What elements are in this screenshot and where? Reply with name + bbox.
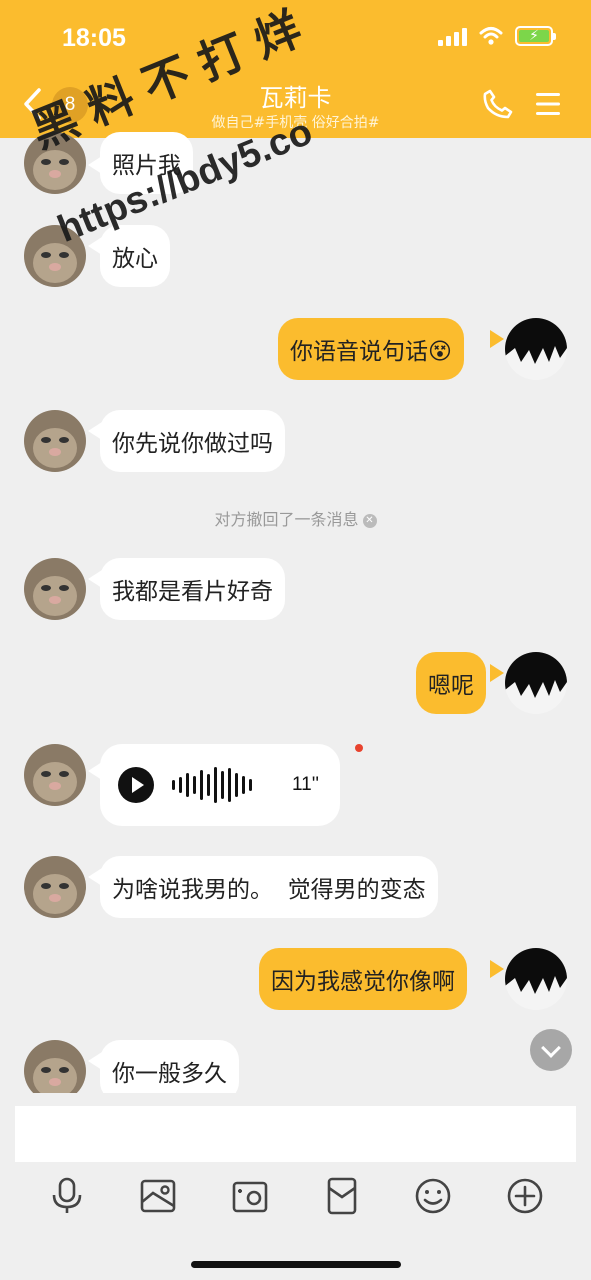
scroll-to-bottom-button[interactable]: [530, 1029, 572, 1071]
voice-duration: 11'': [292, 774, 319, 795]
contact-avatar[interactable]: [24, 856, 86, 918]
message-bubble-incoming[interactable]: 你先说你做过吗: [100, 410, 285, 472]
input-bar: [0, 1093, 591, 1280]
signal-icon: [438, 26, 467, 46]
phone-call-icon[interactable]: [482, 88, 514, 120]
unread-dot: [355, 744, 363, 752]
status-time: 18:05: [62, 24, 126, 52]
wifi-icon: [479, 27, 503, 45]
microphone-icon[interactable]: [47, 1176, 87, 1216]
message-bubble-outgoing[interactable]: 因为我感觉你像啊: [259, 948, 467, 1010]
red-packet-icon[interactable]: [322, 1176, 362, 1216]
voice-message-bubble[interactable]: 11'': [100, 744, 340, 826]
contact-avatar[interactable]: [24, 558, 86, 620]
recall-notice-text: 对方撤回了一条消息: [214, 510, 359, 529]
home-indicator: [191, 1261, 401, 1268]
my-avatar[interactable]: [505, 318, 567, 380]
camera-icon[interactable]: [230, 1176, 270, 1216]
waveform-icon: [172, 766, 252, 804]
my-avatar[interactable]: [505, 652, 567, 714]
close-icon[interactable]: ✕: [362, 513, 377, 528]
battery-icon: ⚡: [515, 26, 556, 46]
message-bubble-outgoing[interactable]: 嗯呢: [416, 652, 486, 714]
message-bubble-outgoing[interactable]: 你语音说句话😵: [278, 318, 464, 380]
status-icons: ⚡: [438, 26, 556, 46]
image-icon[interactable]: [138, 1176, 178, 1216]
menu-icon[interactable]: [534, 91, 562, 117]
play-icon[interactable]: [118, 767, 154, 803]
contact-avatar[interactable]: [24, 410, 86, 472]
recall-notice: 对方撤回了一条消息 ✕: [0, 506, 591, 530]
plus-icon[interactable]: [505, 1176, 545, 1216]
my-avatar[interactable]: [505, 948, 567, 1010]
contact-avatar[interactable]: [24, 744, 86, 806]
message-bubble-incoming[interactable]: 为啥说我男的。 觉得男的变态: [100, 856, 438, 918]
message-bubble-incoming[interactable]: 我都是看片好奇: [100, 558, 285, 620]
message-input[interactable]: [15, 1106, 576, 1162]
emoji-icon[interactable]: [413, 1176, 453, 1216]
